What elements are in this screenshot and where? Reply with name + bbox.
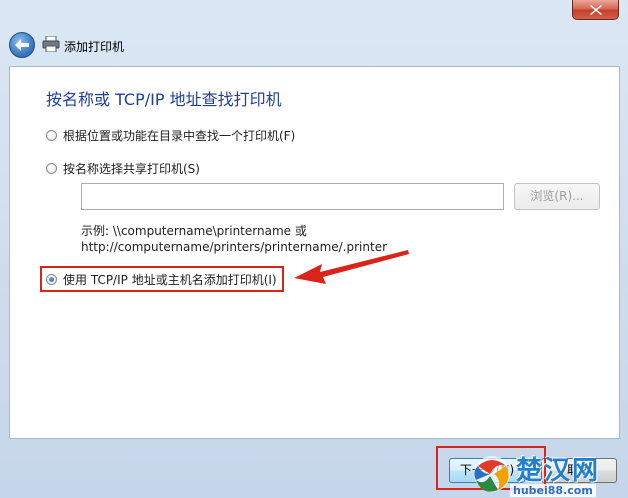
watermark-logo-icon	[474, 456, 510, 492]
watermark: 楚汉网 hubei88.com	[470, 450, 628, 498]
page-title: 按名称或 TCP/IP 地址查找打印机	[46, 90, 282, 109]
watermark-url: hubei88.com	[510, 484, 596, 497]
close-button[interactable]	[572, 0, 619, 20]
radio-find-by-location[interactable]	[46, 130, 57, 141]
back-arrow-icon	[15, 39, 29, 51]
browse-button[interactable]: 浏览(R)...	[514, 183, 600, 210]
option-label-select-shared[interactable]: 按名称选择共享打印机(S)	[63, 160, 200, 177]
option-label-find-by-location[interactable]: 根据位置或功能在目录中查找一个打印机(F)	[63, 127, 295, 144]
close-icon	[589, 4, 602, 15]
shared-printer-input[interactable]	[81, 183, 504, 210]
printer-icon	[42, 36, 60, 52]
annotation-arrow-icon	[294, 250, 409, 284]
radio-select-shared[interactable]	[46, 163, 57, 174]
example-line-1: 示例: \\computername\printername 或	[81, 224, 307, 238]
watermark-brand: 楚汉网	[516, 456, 601, 486]
back-button[interactable]	[9, 32, 35, 58]
annotation-highlight-box	[40, 266, 284, 292]
window-title: 添加打印机	[64, 40, 125, 54]
